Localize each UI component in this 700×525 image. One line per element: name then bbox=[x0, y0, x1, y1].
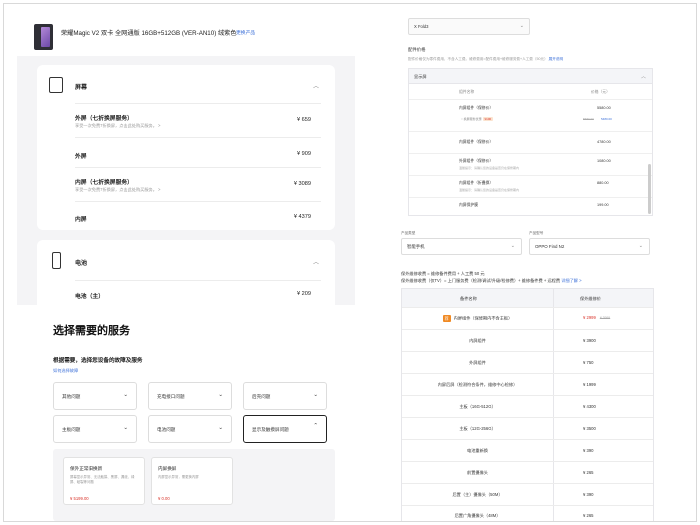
chevron-down-icon: ⌄ bbox=[123, 392, 128, 398]
phone-thumbnail-icon bbox=[34, 24, 53, 50]
product-model-select[interactable]: OPPO Find N2 ⌄ bbox=[529, 238, 650, 255]
column-header: 价格（元） bbox=[591, 90, 610, 94]
screen-card: 屏幕 ︿ 外屏（七折换屏服务） 享受一次免费7折换屏，点击此处购买服务。 > ¥… bbox=[37, 65, 335, 230]
page-title: 选择需要的服务 bbox=[53, 325, 130, 337]
price-note: 配件价格仅为零件费用，不含人工费。维修费用=配件费用+维修服务费+人工费（50元… bbox=[408, 57, 564, 61]
product-header: 荣耀Magic V2 双卡 全网通版 16GB+512GB (VER-AN10)… bbox=[17, 12, 355, 56]
repair-price-table: 备件名称 保外维修价 荐内屏组件（保修期内不含主板） ¥ 2999 ¥ 3999 … bbox=[401, 288, 654, 521]
help-link[interactable]: 如何选择故障 bbox=[53, 368, 78, 374]
chevron-down-icon: ⌄ bbox=[510, 243, 515, 249]
product-model-label: 产品型号 bbox=[529, 231, 544, 235]
category-back-cover[interactable]: 后壳问题 ⌄ bbox=[243, 382, 327, 410]
chevron-down-icon: ⌄ bbox=[218, 425, 223, 431]
service-selection-panel: 选择需要的服务 根据需要，选择您设备的故障及服务 如何选择故障 其他问题 ⌄ 充… bbox=[17, 305, 355, 521]
table-row: 后置（主）摄像头（50M） ¥ 390 bbox=[402, 483, 653, 505]
table-row: 外屏组件（保修价） 温馨提示：请确认您的设备是否仍在保修期内 1080.00 bbox=[409, 153, 652, 175]
battery-icon bbox=[52, 252, 61, 269]
table-row: 电池重新换 ¥ 390 bbox=[402, 439, 653, 461]
table-row: 后置广角摄像头（48M） ¥ 265 bbox=[402, 505, 653, 521]
scrollbar[interactable] bbox=[648, 164, 651, 214]
fee-formula: 保外维修收费 = 维修备件费用 + 人工费 50 元 bbox=[401, 271, 485, 276]
table-row: 主板（12G-256G） ¥ 3500 bbox=[402, 417, 653, 439]
learn-more-link[interactable]: 详细了解 > bbox=[561, 278, 581, 283]
service-options: 保外正常旧换新 屏幕显示异常、无法触摸、黑屏、漏液、绿屏、破裂等问题 ¥ 519… bbox=[53, 449, 335, 521]
accessory-table: 组件名称 价格（元） 内屏组件（保修价） 5580.00 ○ 换屏服务优惠 ¥1… bbox=[408, 84, 653, 216]
battery-card-heading: 电池 bbox=[75, 261, 88, 267]
table-row: 前置摄像头 ¥ 265 bbox=[402, 461, 653, 483]
chevron-down-icon: ⌄ bbox=[218, 392, 223, 398]
table-row: 内屏组件（保修价） 5580.00 ○ 换屏服务优惠 ¥100 5580.00 … bbox=[409, 99, 652, 131]
display-section-header[interactable]: 显示屏 ︿ bbox=[408, 68, 653, 84]
category-display-touch[interactable]: 显示及触摸屏问题 ⌃ bbox=[243, 415, 327, 443]
table-row: 内屏组件（保修价） 4780.00 bbox=[409, 131, 652, 153]
battery-card: 电池 ︿ 电池（主） ¥ 209 bbox=[37, 240, 335, 315]
table-row: 内屏保护膜 199.00 bbox=[409, 197, 652, 215]
product-title: 荣耀Magic V2 双卡 全网通版 16GB+512GB (VER-AN10)… bbox=[61, 30, 237, 37]
screenshot-collage: 荣耀Magic V2 双卡 全网通版 16GB+512GB (VER-AN10)… bbox=[3, 3, 697, 522]
part-row[interactable]: 内屏（七折换屏服务） 享受一次免费7折换屏，点击此处购买服务。 > ¥ 3089 bbox=[75, 167, 321, 201]
part-row[interactable]: 外屏（七折换屏服务） 享受一次免费7折换屏，点击此处购买服务。 > ¥ 659 bbox=[75, 103, 321, 137]
section-subtitle: 根据需要，选择您设备的故障及服务 bbox=[53, 358, 143, 364]
product-type-select[interactable]: 智能手机 ⌄ bbox=[401, 238, 522, 255]
chevron-up-icon[interactable]: ︿ bbox=[313, 257, 319, 266]
category-other[interactable]: 其他问题 ⌄ bbox=[53, 382, 137, 410]
parts-price-panel: 荣耀Magic V2 双卡 全网通版 16GB+512GB (VER-AN10)… bbox=[17, 12, 355, 315]
repair-price-panel: 产品类型 产品型号 智能手机 ⌄ OPPO Find N2 ⌄ 保外维修收费 =… bbox=[401, 228, 659, 521]
table-row: 外屏组件 ¥ 750 bbox=[402, 351, 653, 373]
chevron-down-icon: ⌄ bbox=[519, 23, 524, 29]
part-row[interactable]: 内屏 ¥ 4379 bbox=[75, 201, 321, 230]
price-heading: 配件价格 bbox=[408, 47, 426, 52]
fee-formula-tv: 保外维修收费（仅TV）= 上门服务费（检测/调试/升级/检修费）+ 维修备件费 … bbox=[401, 278, 582, 283]
chevron-down-icon: ⌄ bbox=[638, 243, 643, 249]
table-row: 内屏后屏（检测符合条件，维修中心检修） ¥ 1999 bbox=[402, 373, 653, 395]
table-row: 内屏组件 ¥ 3900 bbox=[402, 329, 653, 351]
recommend-badge: 荐 bbox=[442, 315, 451, 322]
accessory-price-panel: X Fold3 ⌄ 配件价格 配件价格仅为零件费用，不含人工费。维修费用=配件费… bbox=[401, 12, 659, 222]
table-row: 主板（16G-512G） ¥ 4300 bbox=[402, 395, 653, 417]
table-header: 备件名称 保外维修价 bbox=[402, 289, 653, 307]
expand-note-link[interactable]: 展开说明 bbox=[549, 57, 563, 61]
service-card[interactable]: 内屏换屏 内屏显示异常，需更换内屏 ¥ 0.00 bbox=[151, 457, 233, 505]
change-product-link[interactable]: 更换产品 bbox=[236, 29, 255, 36]
chevron-up-icon: ⌃ bbox=[313, 423, 318, 429]
model-select[interactable]: X Fold3 ⌄ bbox=[408, 18, 530, 35]
table-row: 荐内屏组件（保修期内不含主板） ¥ 2999 ¥ 3999 bbox=[402, 307, 653, 329]
part-row[interactable]: 外屏 ¥ 909 bbox=[75, 137, 321, 167]
screen-card-heading: 屏幕 bbox=[75, 85, 88, 91]
table-row: 内屏组件（折叠换） 温馨提示：请确认您的设备是否仍在保修期内 880.00 bbox=[409, 175, 652, 197]
chevron-down-icon: ⌄ bbox=[313, 392, 318, 398]
category-battery[interactable]: 电池问题 ⌄ bbox=[148, 415, 232, 443]
discount-option[interactable]: ○ 换屏服务优惠 ¥100 bbox=[461, 117, 494, 121]
chevron-down-icon: ⌄ bbox=[123, 425, 128, 431]
screen-icon bbox=[49, 77, 63, 93]
chevron-up-icon[interactable]: ︿ bbox=[313, 81, 319, 90]
category-charging-port[interactable]: 充电接口问题 ⌄ bbox=[148, 382, 232, 410]
chevron-up-icon: ︿ bbox=[640, 74, 646, 80]
column-header: 组件名称 bbox=[459, 90, 475, 94]
product-type-label: 产品类型 bbox=[401, 231, 416, 235]
category-mainboard[interactable]: 主板问题 ⌄ bbox=[53, 415, 137, 443]
service-card[interactable]: 保外正常旧换新 屏幕显示异常、无法触摸、黑屏、漏液、绿屏、破裂等问题 ¥ 519… bbox=[63, 457, 145, 505]
